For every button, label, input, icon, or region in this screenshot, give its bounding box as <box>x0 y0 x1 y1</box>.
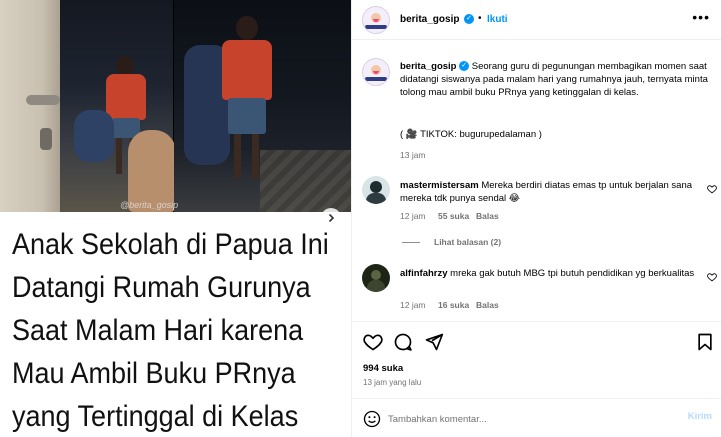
verified-badge-icon: ✓ <box>459 61 470 72</box>
replies-divider <box>402 242 420 243</box>
author-avatar[interactable] <box>362 6 390 34</box>
post-time-ago[interactable]: 13 jam yang lalu <box>363 378 421 387</box>
comment-reply-wrap: Balas <box>476 300 499 310</box>
floor-image <box>260 150 351 212</box>
comment-reply-wrap: Balas <box>476 211 499 221</box>
commenter-avatar[interactable] <box>362 176 390 204</box>
media-watermark: @berita_gosip <box>120 200 179 210</box>
media-caption-line: Anak Sekolah di Papua Ini <box>12 228 329 261</box>
media-caption-line: Mau Ambil Buku PRnya <box>12 357 296 390</box>
reply-button[interactable]: Balas <box>476 300 499 310</box>
media-caption-line: yang Tertinggal di Kelas <box>12 400 299 433</box>
post-media[interactable]: @berita_gosip Anak Sekolah di Papua Ini … <box>0 0 351 437</box>
comment-likes-wrap: 55 suka <box>438 211 469 221</box>
bookmark-save-icon[interactable] <box>695 332 715 352</box>
add-comment-bar: Kirim <box>352 398 721 437</box>
commenter-avatar[interactable] <box>362 264 390 292</box>
reply-button[interactable]: Balas <box>476 211 499 221</box>
verified-badge-icon: ✓ <box>464 14 474 24</box>
header-separator: • <box>478 13 482 24</box>
comment-input[interactable] <box>388 411 658 427</box>
next-media-button[interactable] <box>321 208 341 228</box>
chevron-right-icon <box>328 213 335 223</box>
comment-text: mreka gak butuh MBG tpi butuh pendidikan… <box>450 268 695 279</box>
comment-body: alfinfahrzy mreka gak butuh MBG tpi butu… <box>400 267 700 280</box>
post-photo: @berita_gosip <box>0 0 351 212</box>
photo-right-frame <box>174 0 351 212</box>
comment-time[interactable]: 12 jam <box>400 300 426 310</box>
door-image <box>0 0 60 212</box>
photo-left-frame <box>0 0 176 212</box>
comment-time[interactable]: 12 jam <box>400 211 426 221</box>
like-heart-icon[interactable] <box>363 332 383 352</box>
follow-button[interactable]: Ikuti <box>487 14 508 25</box>
media-caption-line: Datangi Rumah Gurunya <box>12 271 311 304</box>
like-comment-heart-icon[interactable] <box>707 184 717 194</box>
media-caption-panel: Anak Sekolah di Papua Ini Datangi Rumah … <box>0 212 351 437</box>
media-caption-line: Saat Malam Hari karena <box>12 314 304 347</box>
like-comment-heart-icon[interactable] <box>707 272 717 282</box>
post-header: berita_gosip ✓ • Ikuti ••• <box>352 0 721 40</box>
scooter-image <box>74 110 114 162</box>
caption-time[interactable]: 13 jam <box>400 150 426 160</box>
comment-username[interactable]: alfinfahrzy <box>400 268 448 279</box>
comment-likes[interactable]: 55 suka <box>438 211 469 221</box>
more-horizontal-icon[interactable]: ••• <box>692 10 710 24</box>
comment-likes-wrap: 16 suka <box>438 300 469 310</box>
door-handle-image <box>26 95 60 105</box>
post-details-panel: berita_gosip ✓ • Ikuti ••• berita_gosip … <box>351 0 721 437</box>
caption-source: ( 🎥 TIKTOK: bugurupedalaman ) <box>400 129 542 140</box>
post-caption: berita_gosip ✓ Seorang guru di pegununga… <box>400 60 712 99</box>
author-username[interactable]: berita_gosip <box>400 14 459 25</box>
comment-username[interactable]: mastermistersam <box>400 180 479 191</box>
emoji-smiley-icon[interactable] <box>363 410 381 428</box>
post-actions <box>352 321 721 371</box>
comment-bubble-icon[interactable] <box>393 332 413 352</box>
caption-author-avatar[interactable] <box>362 58 390 86</box>
door-lock-image <box>40 128 52 150</box>
share-send-icon[interactable] <box>424 332 444 352</box>
comment-likes[interactable]: 16 suka <box>438 300 469 310</box>
post-comment-button[interactable]: Kirim <box>688 411 712 422</box>
caption-username[interactable]: berita_gosip <box>400 61 457 72</box>
comment-body: mastermistersam Mereka berdiri diatas em… <box>400 179 700 205</box>
post-likes-count[interactable]: 994 suka <box>363 363 403 374</box>
view-replies-button[interactable]: Lihat balasan (2) <box>434 237 501 247</box>
view-replies-wrap: Lihat balasan (2) <box>434 237 501 247</box>
